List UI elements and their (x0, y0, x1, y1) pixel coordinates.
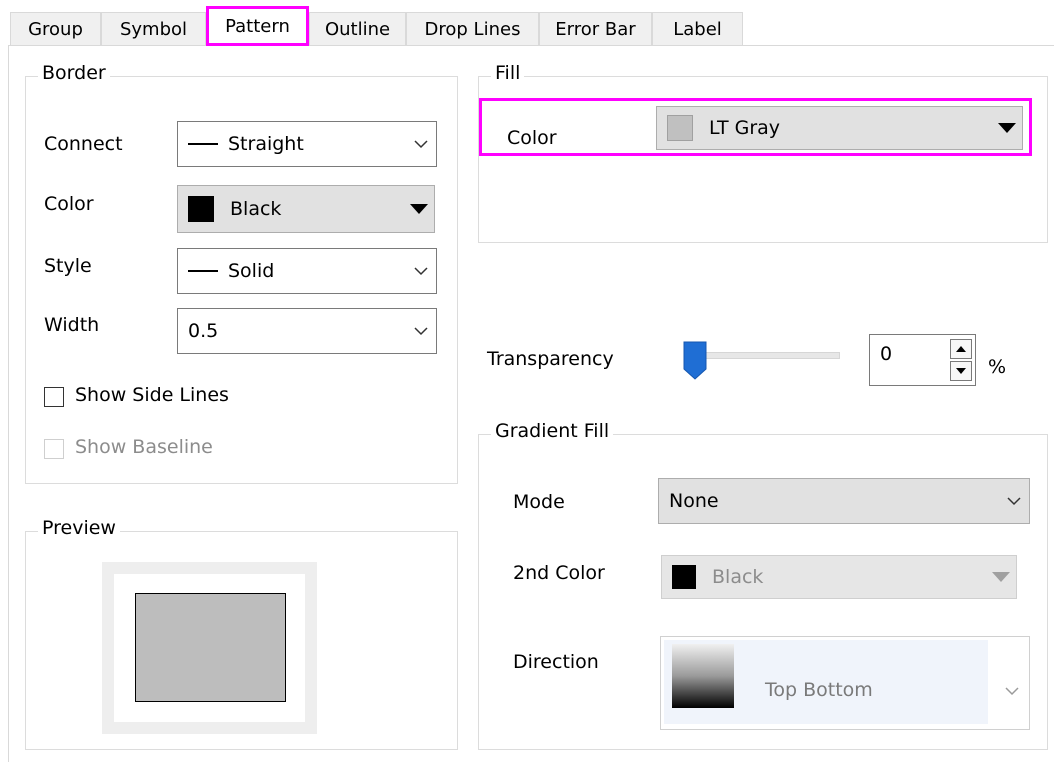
chevron-down-icon (406, 326, 436, 336)
tab-label[interactable]: Label (652, 12, 743, 45)
style-select[interactable]: Solid (177, 248, 437, 294)
black-color-swatch (188, 196, 214, 222)
border-color-select[interactable]: Black (177, 185, 435, 233)
chevron-down-icon (406, 266, 436, 276)
transparency-label: Transparency (487, 348, 614, 370)
show-baseline-label: Show Baseline (75, 436, 213, 458)
preview-fill-sample (135, 593, 286, 702)
tab-group[interactable]: Group (10, 12, 101, 45)
chevron-down-icon (999, 496, 1029, 506)
fill-color-label: Color (507, 127, 557, 149)
connect-label: Connect (44, 133, 123, 155)
fill-color-value: LT Gray (709, 117, 781, 139)
dropdown-arrow-icon (986, 572, 1016, 582)
lt-gray-color-swatch (667, 115, 693, 141)
chevron-down-icon (406, 139, 436, 149)
tab-error-bar[interactable]: Error Bar (539, 12, 652, 45)
spin-down-button[interactable] (950, 361, 972, 381)
direction-value: Top Bottom (765, 679, 873, 701)
transparency-value[interactable]: 0 (880, 343, 892, 365)
second-color-value: Black (712, 566, 764, 588)
tab-pattern[interactable]: Pattern (206, 6, 309, 46)
line-style-glyph (188, 270, 218, 272)
style-label: Style (44, 255, 92, 277)
border-color-label: Color (44, 193, 94, 215)
fill-color-select[interactable]: LT Gray (656, 106, 1023, 150)
tab-outline[interactable]: Outline (309, 12, 406, 45)
tab-drop-lines[interactable]: Drop Lines (406, 12, 539, 45)
style-value: Solid (228, 260, 275, 282)
connect-select[interactable]: Straight (177, 121, 437, 167)
dropdown-arrow-icon (404, 204, 434, 214)
mode-select[interactable]: None (658, 478, 1030, 524)
show-baseline-checkbox (44, 439, 64, 459)
width-label: Width (44, 314, 100, 336)
chevron-down-icon (1005, 679, 1019, 701)
width-value: 0.5 (188, 320, 219, 342)
dropdown-arrow-icon (992, 123, 1022, 133)
show-side-lines-checkbox[interactable] (44, 387, 64, 407)
transparency-slider-thumb[interactable] (683, 341, 707, 386)
second-color-select: Black (661, 555, 1017, 599)
gradient-fill-group-title: Gradient Fill (491, 420, 614, 442)
spin-up-button[interactable] (950, 339, 972, 359)
show-side-lines-label[interactable]: Show Side Lines (75, 384, 229, 406)
fill-group-title: Fill (491, 62, 525, 84)
tab-strip-divider (8, 45, 1054, 46)
black-color-swatch (672, 565, 696, 589)
gradient-direction-preview (672, 644, 734, 708)
border-color-value: Black (230, 198, 282, 220)
direction-selected-item: Top Bottom (664, 640, 988, 724)
direction-select[interactable]: Top Bottom (660, 636, 1030, 730)
transparency-unit: % (988, 356, 1007, 378)
line-style-glyph (188, 143, 218, 145)
transparency-spinbox[interactable]: 0 (869, 334, 976, 386)
mode-value: None (669, 490, 719, 512)
preview-group-title: Preview (38, 517, 120, 539)
page-left-border (8, 46, 9, 762)
preview-frame (102, 562, 317, 734)
transparency-slider-track[interactable] (688, 352, 840, 359)
mode-label: Mode (513, 491, 565, 513)
border-group-title: Border (38, 62, 110, 84)
direction-label: Direction (513, 651, 599, 673)
tab-symbol[interactable]: Symbol (101, 12, 206, 45)
width-select[interactable]: 0.5 (177, 308, 437, 354)
tab-bar: Group Symbol Pattern Outline Drop Lines … (0, 0, 1054, 46)
connect-value: Straight (228, 133, 304, 155)
second-color-label: 2nd Color (513, 562, 605, 584)
